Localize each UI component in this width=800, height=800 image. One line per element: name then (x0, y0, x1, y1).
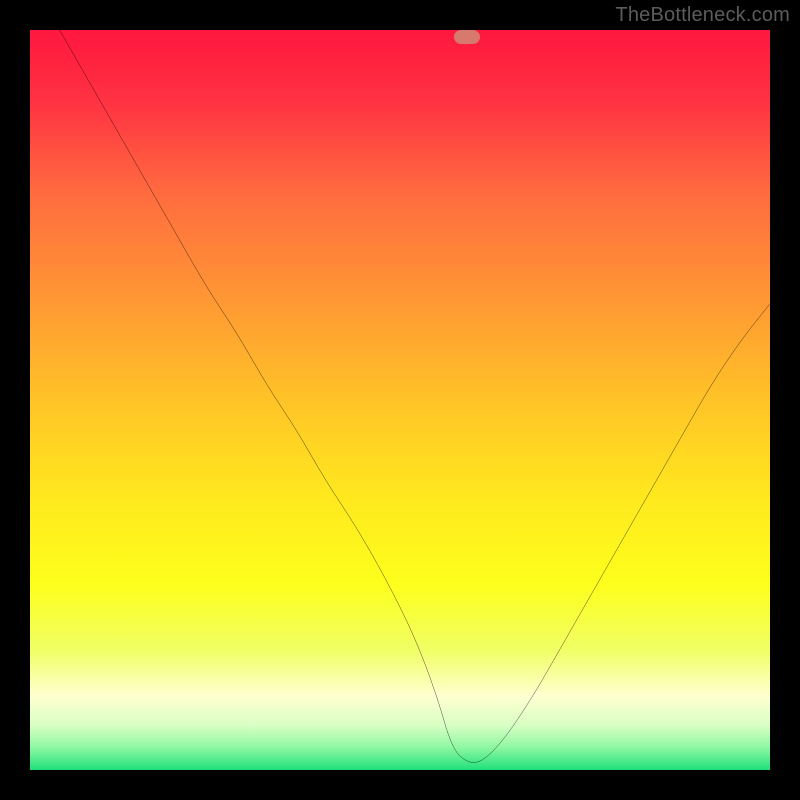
chart-frame: TheBottleneck.com (0, 0, 800, 800)
bottleneck-curve (30, 30, 770, 770)
watermark-text: TheBottleneck.com (615, 4, 790, 27)
plot-area (30, 30, 770, 770)
optimal-marker (454, 30, 480, 44)
